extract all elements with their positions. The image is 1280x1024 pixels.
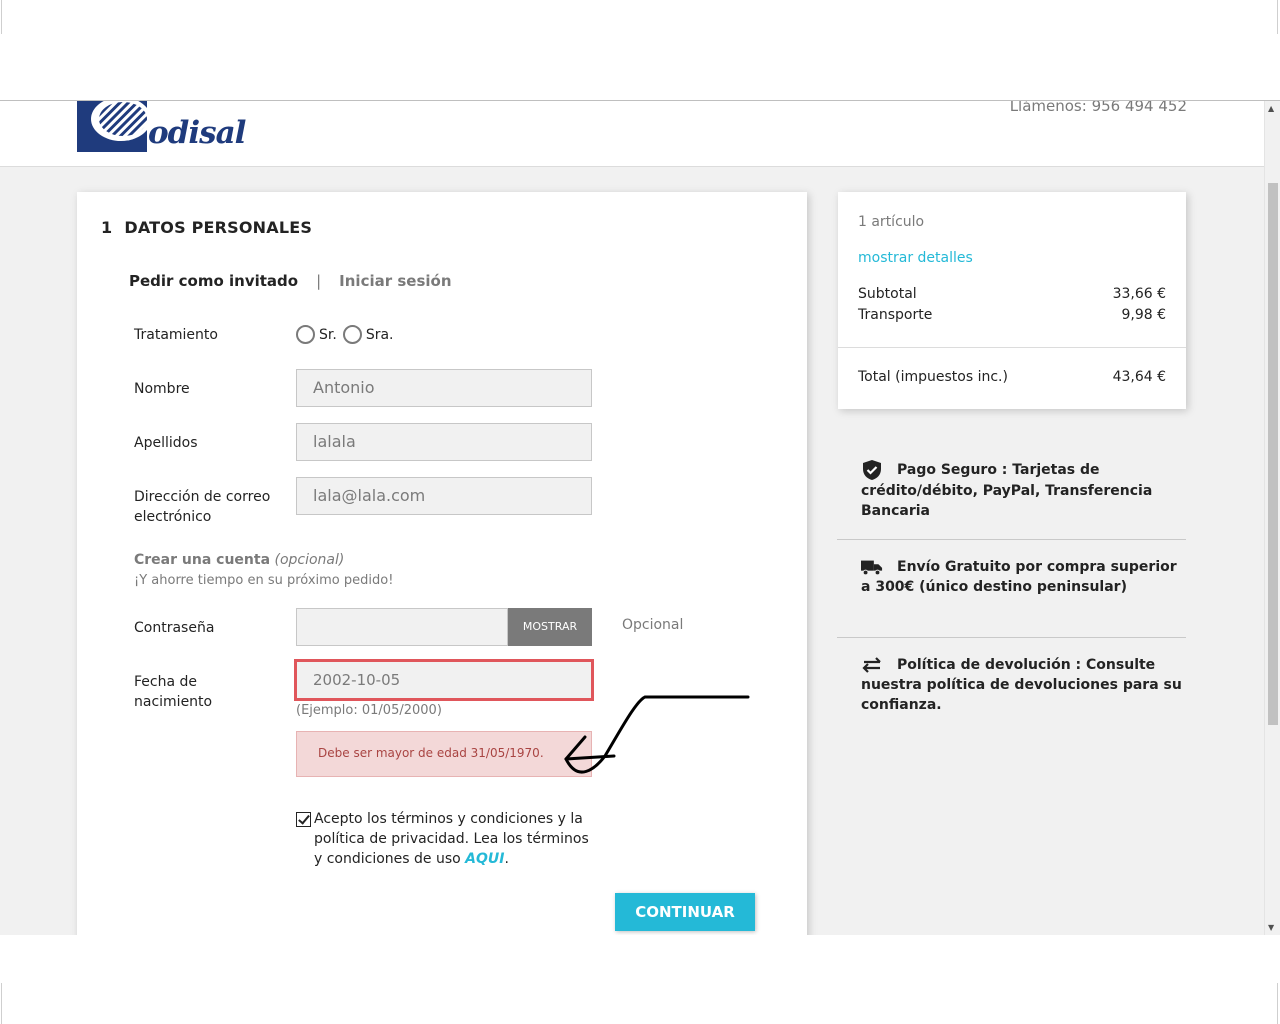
summary-divider xyxy=(838,347,1186,348)
scroll-down-icon[interactable]: ▼ xyxy=(1268,923,1274,932)
scrollbar-thumb[interactable] xyxy=(1268,183,1278,725)
page-viewport: odisal Llámenos: 956 494 452 1 DATOS PERS… xyxy=(0,101,1280,935)
page-scrollbar[interactable]: ▲ ▼ xyxy=(1264,101,1280,935)
continue-button[interactable]: CONTINUAR xyxy=(615,893,755,931)
step-title: 1 DATOS PERSONALES xyxy=(101,218,312,237)
birthdate-example: (Ejemplo: 01/05/2000) xyxy=(296,703,442,718)
show-details-link[interactable]: mostrar detalles xyxy=(858,250,973,266)
login-tabs: Pedir como invitado | Iniciar sesión xyxy=(129,272,452,290)
reassurance-returns: Política de devolución : Consulte nuestr… xyxy=(837,655,1186,715)
window-edge-mark xyxy=(1,0,2,34)
terms-end: . xyxy=(504,851,509,867)
arrows-exchange-icon xyxy=(862,657,881,673)
radio-sra-label[interactable]: Sra. xyxy=(366,327,394,343)
total-value: 43,64 € xyxy=(1112,369,1166,385)
tab-guest[interactable]: Pedir como invitado xyxy=(129,272,298,290)
email-label: Dirección de correo electrónico xyxy=(134,489,271,525)
shipping-label: Transporte xyxy=(858,307,933,323)
reassurance-shipping-text: Envío Gratuito por compra superior a 300… xyxy=(861,559,1177,595)
birthdate-field[interactable]: 2002-10-05 xyxy=(294,659,594,701)
surname-label: Apellidos xyxy=(134,435,198,451)
email-field[interactable]: lala@lala.com xyxy=(296,477,592,515)
phone-contact: Llámenos: 956 494 452 xyxy=(1009,101,1187,115)
reassurance-secure-text: Pago Seguro : Tarjetas de crédito/débito… xyxy=(861,462,1153,519)
scroll-up-icon[interactable]: ▲ xyxy=(1268,104,1274,113)
step-number: 1 xyxy=(101,218,113,237)
surname-field[interactable]: lalala xyxy=(296,423,592,461)
radio-sr-label[interactable]: Sr. xyxy=(319,327,337,343)
password-label: Contraseña xyxy=(134,620,215,636)
create-account-subtitle: ¡Y ahorre tiempo en su próximo pedido! xyxy=(134,573,394,588)
reassurance-free-shipping: Envío Gratuito por compra superior a 300… xyxy=(837,557,1186,597)
password-field[interactable] xyxy=(296,608,508,646)
cart-item-count: 1 artículo xyxy=(858,214,925,230)
terms-link[interactable]: AQUI xyxy=(465,851,504,867)
tab-login[interactable]: Iniciar sesión xyxy=(339,272,451,290)
create-account-title: Crear una cuenta xyxy=(134,552,271,568)
terms-text: Acepto los términos y condiciones y la p… xyxy=(314,809,596,869)
subtotal-value: 33,66 € xyxy=(1112,286,1166,302)
terms-consent: Acepto los términos y condiciones y la p… xyxy=(296,809,596,869)
reassurance-divider xyxy=(837,637,1186,638)
window-edge-mark xyxy=(1,983,2,1024)
personal-data-card: 1 DATOS PERSONALES Pedir como invitado | In… xyxy=(77,192,807,935)
total-label: Total (impuestos inc.) xyxy=(858,369,1008,385)
radio-sr[interactable] xyxy=(296,325,315,344)
terms-checkbox[interactable] xyxy=(296,812,311,827)
window-bottom-area xyxy=(0,935,1280,1024)
logo-text: odisal xyxy=(148,115,246,151)
window-edge-mark xyxy=(1277,0,1278,34)
create-account-optional: (opcional) xyxy=(274,552,345,568)
treatment-radio-group: Sr. Sra. xyxy=(296,325,399,344)
subtotal-label: Subtotal xyxy=(858,286,917,302)
shipping-row: Transporte 9,98 € xyxy=(858,307,1166,323)
site-header: odisal Llámenos: 956 494 452 xyxy=(0,101,1264,167)
tab-separator: | xyxy=(316,272,322,290)
shipping-value: 9,98 € xyxy=(1121,307,1166,323)
reassurance-secure-payment: Pago Seguro : Tarjetas de crédito/débito… xyxy=(837,459,1186,521)
subtotal-row: Subtotal 33,66 € xyxy=(858,286,1166,302)
birthdate-error-message: Debe ser mayor de edad 31/05/1970. xyxy=(296,731,592,777)
password-optional-hint: Opcional xyxy=(622,617,684,633)
birthdate-label: Fecha de nacimiento xyxy=(134,674,213,710)
show-password-button[interactable]: MOSTRAR xyxy=(508,608,592,646)
shield-check-icon xyxy=(863,460,881,480)
create-account-heading: Crear una cuenta (opcional) xyxy=(134,552,344,568)
treatment-label: Tratamiento xyxy=(134,327,218,343)
cart-summary: 1 artículo mostrar detalles Subtotal 33,… xyxy=(838,192,1186,409)
reassurance-divider xyxy=(837,539,1186,540)
reassurance-returns-text: Política de devolución : Consulte nuestr… xyxy=(861,657,1182,713)
step-title-text: DATOS PERSONALES xyxy=(124,218,313,237)
name-field[interactable]: Antonio xyxy=(296,369,592,407)
total-row: Total (impuestos inc.) 43,64 € xyxy=(858,369,1166,385)
terms-body: Acepto los términos y condiciones y la p… xyxy=(314,811,589,867)
radio-sra[interactable] xyxy=(342,325,362,344)
window-edge-mark xyxy=(1277,983,1278,1024)
name-label: Nombre xyxy=(134,381,190,397)
truck-icon xyxy=(861,560,883,576)
window-top-area xyxy=(0,0,1280,101)
